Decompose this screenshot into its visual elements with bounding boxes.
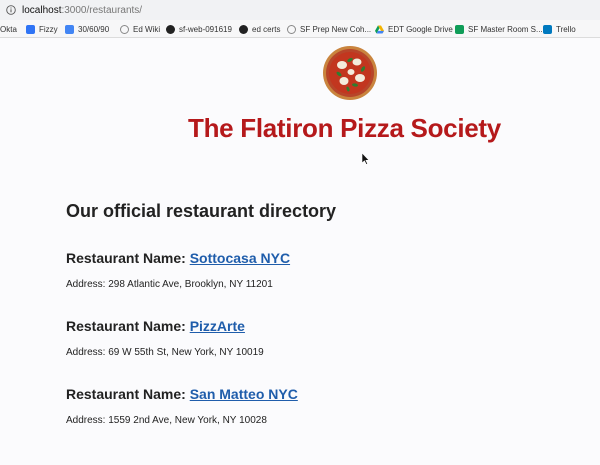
restaurant-name-prefix: Restaurant Name: (66, 250, 190, 266)
site-title: The Flatiron Pizza Society (188, 113, 501, 143)
fizzy-icon (26, 24, 35, 34)
restaurant-address: Address: 298 Atlantic Ave, Brooklyn, NY … (66, 279, 273, 290)
bookmark-label: Trello (556, 24, 576, 34)
mouse-cursor-icon (362, 153, 370, 165)
github-icon (239, 24, 248, 34)
pizza-logo (323, 46, 377, 100)
google-sheets-icon (455, 24, 464, 34)
trello-icon (543, 24, 552, 34)
google-docs-icon (65, 24, 74, 34)
bookmark-label: Okta (0, 24, 17, 34)
bookmark-label: Ed Wiki (133, 24, 161, 34)
restaurant-name-prefix: Restaurant Name: (66, 318, 190, 334)
globe-icon (120, 24, 129, 34)
bookmark-sf-master-room[interactable]: SF Master Room S... (455, 24, 543, 34)
restaurant-link[interactable]: San Matteo NYC (190, 386, 298, 402)
bookmarks-bar: Okta Fizzy 30/60/90 Ed Wiki sf-web-09161… (0, 20, 600, 38)
restaurant-name-line: Restaurant Name: Sottocasa NYC (66, 250, 290, 266)
info-icon[interactable] (6, 5, 16, 15)
bookmark-label: SF Master Room S... (468, 24, 543, 34)
bookmark-okta[interactable]: Okta (0, 24, 17, 34)
bookmark-label: sf-web-091619 (179, 24, 232, 34)
url-host: localhost (22, 4, 62, 16)
bookmark-label: EDT Google Drive (388, 24, 453, 34)
google-drive-icon (375, 24, 384, 34)
bookmark-sf-web-091619[interactable]: sf-web-091619 (166, 24, 232, 34)
restaurant-entry: Restaurant Name: San Matteo NYC Address:… (66, 386, 298, 426)
bookmark-ed-certs[interactable]: ed certs (239, 24, 280, 34)
directory-heading: Our official restaurant directory (66, 201, 337, 221)
bookmark-label: SF Prep New Coh... (300, 24, 372, 34)
restaurant-name-line: Restaurant Name: San Matteo NYC (66, 386, 298, 402)
restaurant-name-line: Restaurant Name: PizzArte (66, 318, 264, 334)
bookmark-fizzy[interactable]: Fizzy (26, 24, 58, 34)
restaurant-entry: Restaurant Name: PizzArte Address: 69 W … (66, 318, 264, 358)
bookmark-label: 30/60/90 (78, 24, 110, 34)
url-path: :3000/restaurants/ (61, 4, 143, 16)
bookmark-label: ed certs (252, 24, 281, 34)
bookmark-edt-google-drive[interactable]: EDT Google Drive (375, 24, 453, 34)
address-bar[interactable]: localhost:3000/restaurants/ (0, 0, 600, 20)
bookmark-label: Fizzy (39, 24, 58, 34)
restaurant-entry: Restaurant Name: Sottocasa NYC Address: … (66, 250, 290, 290)
bookmark-sf-prep[interactable]: SF Prep New Coh... (287, 24, 371, 34)
github-icon (166, 24, 175, 34)
bookmark-trello[interactable]: Trello (543, 24, 576, 34)
restaurant-address: Address: 69 W 55th St, New York, NY 1001… (66, 347, 264, 358)
restaurant-address: Address: 1559 2nd Ave, New York, NY 1002… (66, 415, 267, 426)
restaurant-link[interactable]: Sottocasa NYC (190, 250, 290, 266)
restaurant-link[interactable]: PizzArte (190, 318, 245, 334)
restaurant-name-prefix: Restaurant Name: (66, 386, 190, 402)
bookmark-30-60-90[interactable]: 30/60/90 (65, 24, 109, 34)
globe-icon (287, 24, 296, 34)
bookmark-ed-wiki[interactable]: Ed Wiki (120, 24, 160, 34)
